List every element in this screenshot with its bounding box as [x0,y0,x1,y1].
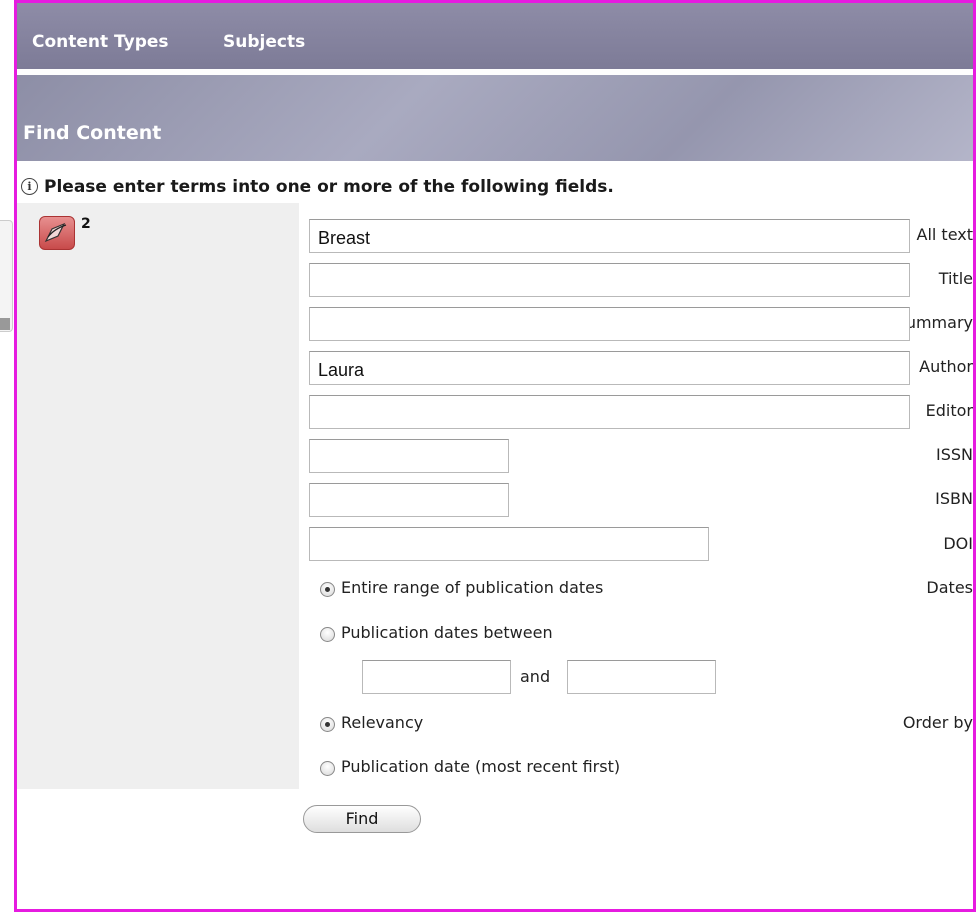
side-tab [0,220,13,332]
label-doi: DOI [943,534,973,553]
notice-text: Please enter terms into one or more of t… [44,177,614,197]
editor-input[interactable] [309,395,910,429]
page-frame: Content Types Subjects Find Content i Ple… [14,0,976,912]
label-isbn: ISBN [935,489,973,508]
all-text-input[interactable]: Breast [309,219,910,253]
order-relevancy-radio[interactable] [320,717,335,732]
nav-content-types[interactable]: Content Types [32,32,169,52]
label-dates: Dates [926,578,973,597]
issn-input[interactable] [309,439,509,473]
annotation-count: 2 [81,216,91,232]
dates-between-label[interactable]: Publication dates between [341,623,553,642]
instruction-notice: i Please enter terms into one or more of … [21,177,614,197]
date-from-input[interactable] [362,660,511,694]
label-issn: ISSN [936,445,973,464]
dates-and-label: and [520,667,551,686]
doi-input[interactable] [309,527,709,561]
order-date-label[interactable]: Publication date (most recent first) [341,757,620,776]
order-relevancy-label[interactable]: Relevancy [341,713,423,732]
annotation-icon [44,222,67,243]
side-tab-marker [0,318,10,330]
find-content-header: Find Content [17,75,973,161]
find-button[interactable]: Find [303,805,421,833]
dates-entire-radio[interactable] [320,582,335,597]
date-to-input[interactable] [567,660,716,694]
order-date-radio[interactable] [320,761,335,776]
info-icon: i [21,178,38,195]
isbn-input[interactable] [309,483,509,517]
title-input[interactable] [309,263,910,297]
top-nav: Content Types Subjects [17,3,973,69]
summary-input[interactable] [309,307,910,341]
author-input[interactable]: Laura [309,351,910,385]
nav-subjects[interactable]: Subjects [223,32,305,52]
label-order-by: Order by [902,713,973,732]
dates-between-radio[interactable] [320,627,335,642]
annotation-badge[interactable] [39,216,75,250]
label-column [17,203,299,789]
dates-entire-label[interactable]: Entire range of publication dates [341,578,603,597]
page-title: Find Content [23,122,162,144]
